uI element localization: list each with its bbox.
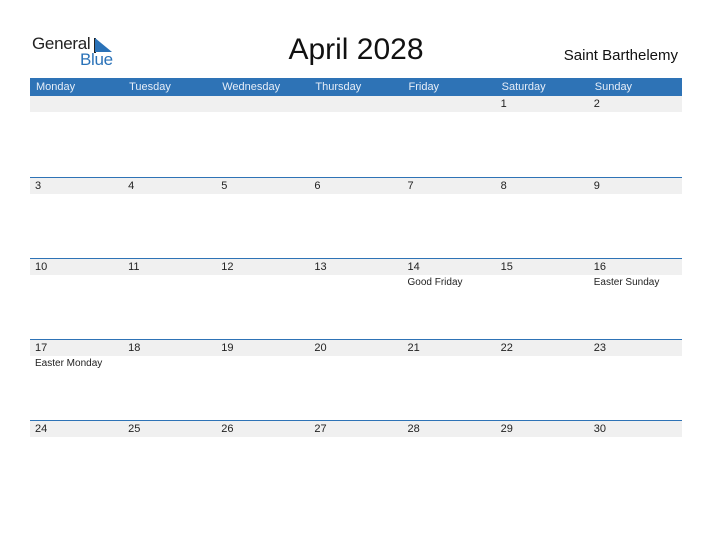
day-cell: 13 — [309, 259, 402, 339]
day-cell: 19 — [216, 340, 309, 420]
day-number: 6 — [314, 180, 321, 192]
day-cell: 5 — [216, 178, 309, 258]
day-cell: 8 — [496, 178, 589, 258]
day-cell: 21 — [403, 340, 496, 420]
day-number — [408, 96, 496, 112]
day-number: 17 — [35, 342, 48, 354]
day-number — [314, 96, 402, 112]
day-number: 7 — [407, 180, 414, 192]
day-number: 20 — [314, 342, 327, 354]
country-name: Saint Barthelemy — [563, 47, 678, 64]
day-cell — [216, 96, 309, 176]
day-number: 21 — [407, 342, 420, 354]
day-number: 9 — [593, 180, 600, 192]
day-cell: 15 — [496, 259, 589, 339]
day-cell: 6 — [309, 178, 402, 258]
holiday-label: Easter Sunday — [593, 277, 660, 288]
day-cell: 28 — [403, 421, 496, 501]
day-cell: 22 — [496, 340, 589, 420]
weekday-saturday: Saturday — [501, 81, 546, 93]
day-number — [128, 96, 216, 112]
day-cell: 16 Easter Sunday — [589, 259, 682, 339]
day-number: 16 — [593, 261, 606, 273]
day-cell: 14 Good Friday — [403, 259, 496, 339]
day-cell: 3 — [30, 178, 123, 258]
week-row: 12 — [30, 96, 682, 177]
holiday-label: Easter Monday — [35, 358, 103, 369]
calendar-grid: Monday Tuesday Wednesday Thursday Friday… — [30, 78, 682, 501]
day-number: 26 — [221, 423, 234, 435]
day-number — [221, 96, 309, 112]
weekday-sunday: Sunday — [594, 81, 633, 93]
day-number: 15 — [500, 261, 513, 273]
day-cell: 9 — [589, 178, 682, 258]
day-number: 18 — [128, 342, 141, 354]
day-cell: 27 — [309, 421, 402, 501]
weekday-thursday: Thursday — [315, 81, 362, 93]
day-number: 11 — [128, 261, 140, 273]
day-cell — [309, 96, 402, 176]
day-cell: 26 — [216, 421, 309, 501]
day-number: 3 — [35, 180, 42, 192]
day-cell: 10 — [30, 259, 123, 339]
day-number: 19 — [221, 342, 234, 354]
day-number: 24 — [35, 423, 48, 435]
day-number: 1 — [500, 98, 507, 110]
day-number: 23 — [593, 342, 606, 354]
day-cell: 7 — [403, 178, 496, 258]
day-number: 14 — [407, 261, 420, 273]
weekday-friday: Friday — [408, 81, 440, 93]
day-number: 30 — [593, 423, 606, 435]
day-number: 2 — [593, 98, 600, 110]
day-number: 27 — [314, 423, 327, 435]
day-number: 13 — [314, 261, 327, 273]
day-cell: 24 — [30, 421, 123, 501]
weekday-tuesday: Tuesday — [129, 81, 171, 93]
day-number: 8 — [500, 180, 507, 192]
day-number: 22 — [500, 342, 513, 354]
day-number: 28 — [407, 423, 420, 435]
day-number: 29 — [500, 423, 513, 435]
day-number: 5 — [221, 180, 228, 192]
week-row: 10 11 12 13 14 Good Friday 15 16 Easter Sunday — [30, 258, 682, 339]
day-number — [35, 96, 123, 112]
day-number: 12 — [221, 261, 234, 273]
day-cell: 12 — [216, 259, 309, 339]
day-cell: 23 — [589, 340, 682, 420]
week-row: 24 25 26 27 28 29 30 — [30, 420, 682, 501]
day-number: 10 — [35, 261, 48, 273]
day-cell: 29 — [496, 421, 589, 501]
day-cell: 11 — [123, 259, 216, 339]
day-cell: 20 — [309, 340, 402, 420]
day-cell — [30, 96, 123, 176]
day-cell — [403, 96, 496, 176]
day-number: 25 — [128, 423, 141, 435]
day-number: 4 — [128, 180, 135, 192]
day-cell: 2 — [589, 96, 682, 176]
day-cell: 17 Easter Monday — [30, 340, 123, 420]
day-cell: 1 — [496, 96, 589, 176]
day-cell: 30 — [589, 421, 682, 501]
week-row: 17 Easter Monday 18 19 20 21 22 23 — [30, 339, 682, 420]
day-cell: 25 — [123, 421, 216, 501]
week-row: 3 4 5 6 7 8 9 — [30, 177, 682, 258]
day-cell: 4 — [123, 178, 216, 258]
day-cell: 18 — [123, 340, 216, 420]
weekday-header: Monday Tuesday Wednesday Thursday Friday… — [30, 78, 682, 96]
weekday-monday: Monday — [36, 81, 76, 93]
holiday-label: Good Friday — [407, 277, 463, 288]
weekday-wednesday: Wednesday — [222, 81, 281, 93]
day-cell — [123, 96, 216, 176]
